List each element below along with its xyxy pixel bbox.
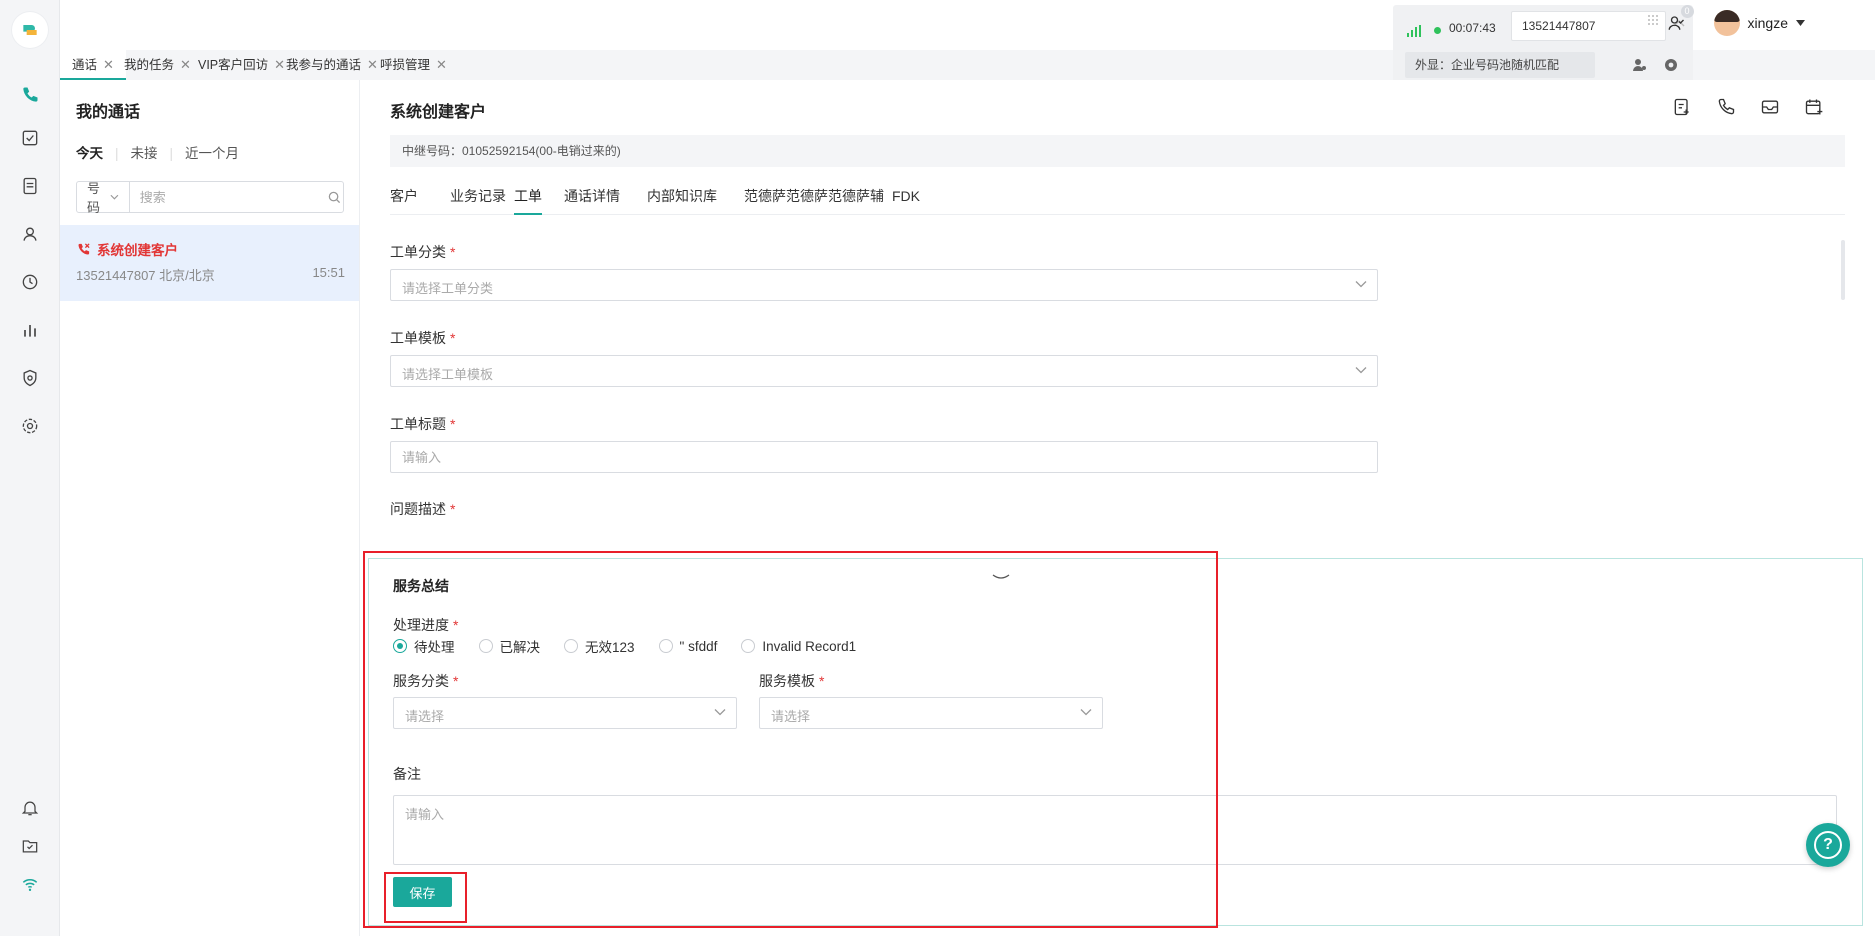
call-time: 15:51 bbox=[312, 265, 345, 280]
call-contact-name: 系统创建客户 bbox=[97, 243, 178, 258]
chevron-down-icon bbox=[1355, 281, 1367, 288]
document-icon[interactable] bbox=[18, 174, 42, 198]
shield-icon[interactable] bbox=[18, 366, 42, 390]
save-button[interactable]: 保存 bbox=[393, 877, 452, 907]
contacts-icon[interactable] bbox=[18, 222, 42, 246]
search-icon[interactable] bbox=[326, 182, 343, 212]
username[interactable]: xingze bbox=[1748, 15, 1788, 31]
help-button[interactable]: ? bbox=[1806, 823, 1850, 867]
tab-custom[interactable]: 范德萨范德萨范德萨辅 bbox=[744, 177, 884, 215]
ticket-title-input[interactable] bbox=[390, 441, 1378, 473]
phone-icon[interactable] bbox=[18, 83, 42, 107]
missed-call-icon bbox=[78, 242, 90, 254]
tab-lost-calls[interactable]: 呼损管理 ✕ bbox=[368, 50, 459, 80]
content-tabs: 客户 业务记录 工单 通话详情 内部知识库 范德萨范德萨范德萨辅 FDK bbox=[390, 177, 1845, 215]
ticket-category-label: 工单分类 * bbox=[390, 244, 456, 260]
call-list-title: 我的通话 bbox=[76, 104, 141, 121]
chart-bar-icon[interactable] bbox=[18, 318, 42, 342]
keypad-icon[interactable] bbox=[1647, 14, 1659, 26]
folder-check-icon[interactable] bbox=[18, 834, 42, 858]
filter-last-month[interactable]: 近一个月 bbox=[185, 146, 239, 161]
call-list-item[interactable]: 系统创建客户 13521447807 北京/北京 15:51 bbox=[60, 225, 359, 301]
chevron-down-icon bbox=[1355, 367, 1367, 374]
radio-sfddf[interactable]: " sfddf bbox=[658, 636, 717, 656]
chevron-down-icon bbox=[1080, 709, 1092, 716]
remark-label: 备注 bbox=[393, 766, 421, 782]
scrollbar[interactable] bbox=[1841, 240, 1845, 300]
agent-transfer-icon[interactable] bbox=[1631, 57, 1647, 73]
dial-number-input[interactable]: 13521447807 bbox=[1511, 11, 1666, 41]
remark-textarea-wrap bbox=[393, 795, 1837, 865]
mail-icon[interactable] bbox=[1759, 96, 1781, 118]
filter-missed[interactable]: 未接 bbox=[131, 146, 158, 161]
call-timer: 00:07:43 bbox=[1449, 21, 1496, 35]
ticket-title-label: 工单标题 * bbox=[390, 416, 456, 432]
chevron-down-icon bbox=[110, 194, 119, 200]
task-check-icon[interactable] bbox=[18, 126, 42, 150]
ticket-category-select[interactable]: 请选择工单分类 bbox=[390, 269, 1378, 301]
settings-gear-icon[interactable] bbox=[1663, 57, 1679, 73]
close-icon[interactable]: ✕ bbox=[436, 57, 447, 72]
radio-invalid[interactable]: 无效123 bbox=[564, 636, 635, 656]
search-type-select[interactable]: 号码 bbox=[77, 181, 130, 215]
call-filters: 今天 | 未接 | 近一个月 bbox=[76, 146, 240, 161]
help-icon: ? bbox=[1814, 831, 1842, 859]
tab-knowledge-base[interactable]: 内部知识库 bbox=[647, 177, 717, 215]
search-input[interactable] bbox=[129, 182, 326, 212]
signal-icon bbox=[1407, 25, 1421, 37]
call-widget: 00:07:43 13521447807 外显：企业号码池随机匹配 bbox=[1393, 5, 1693, 88]
collapse-chevron-icon[interactable] bbox=[992, 573, 1010, 583]
main-panel: 系统创建客户 中继号码：01052592154(00-电销过来的) 客户 业务记… bbox=[360, 80, 1875, 936]
service-category-label: 服务分类 * bbox=[393, 673, 459, 689]
phone-icon[interactable] bbox=[1715, 96, 1737, 118]
customer-title: 系统创建客户 bbox=[390, 104, 487, 121]
chevron-down-icon bbox=[714, 709, 726, 716]
calendar-add-icon[interactable] bbox=[1803, 96, 1825, 118]
tab-customer[interactable]: 客户 bbox=[390, 177, 418, 215]
filter-today[interactable]: 今天 bbox=[76, 146, 103, 161]
service-template-label: 服务模板 * bbox=[759, 673, 825, 689]
call-list-panel: 我的通话 今天|未接|近一个月 号码 系统创建客户 13521447807 北京… bbox=[60, 80, 360, 936]
status-dot bbox=[1434, 27, 1441, 34]
radio-resolved[interactable]: 已解决 bbox=[478, 636, 540, 656]
tab-business-records[interactable]: 业务记录 bbox=[450, 177, 506, 215]
radio-pending[interactable]: 待处理 bbox=[393, 636, 455, 656]
call-contact-info: 13521447807 北京/北京 bbox=[76, 268, 215, 283]
settings-gear-icon[interactable] bbox=[18, 414, 42, 438]
tab-fdk[interactable]: FDK bbox=[892, 177, 920, 215]
app-logo[interactable] bbox=[12, 12, 48, 48]
toolbar bbox=[1671, 96, 1825, 118]
tab-call-details[interactable]: 通话详情 bbox=[564, 177, 620, 215]
user-group-icon bbox=[1668, 16, 1684, 30]
left-nav-rail bbox=[0, 0, 60, 936]
tab-ticket[interactable]: 工单 bbox=[514, 177, 542, 215]
wifi-icon[interactable] bbox=[18, 872, 42, 896]
avatar[interactable] bbox=[1713, 10, 1740, 36]
ticket-template-select[interactable]: 请选择工单模板 bbox=[390, 355, 1378, 387]
history-clock-icon[interactable] bbox=[18, 270, 42, 294]
service-category-select[interactable]: 请选择 bbox=[393, 697, 737, 729]
outbound-display[interactable]: 外显：企业号码池随机匹配 bbox=[1405, 52, 1595, 78]
ticket-template-label: 工单模板 * bbox=[390, 330, 456, 346]
service-summary-panel: 服务总结 处理进度 * 待处理 已解决 无效123 " sfddf Invalid… bbox=[368, 558, 1863, 926]
remark-textarea[interactable] bbox=[394, 796, 1836, 864]
radio-invalid-record[interactable]: Invalid Record1 bbox=[741, 636, 856, 656]
summary-title: 服务总结 bbox=[393, 578, 449, 594]
call-search: 号码 bbox=[76, 181, 344, 215]
bell-icon[interactable] bbox=[18, 796, 42, 820]
user-area: 0 xingze bbox=[1664, 5, 1805, 36]
new-ticket-icon[interactable] bbox=[1671, 96, 1693, 118]
caret-down-icon[interactable] bbox=[1796, 20, 1805, 26]
trunk-number: 中继号码：01052592154(00-电销过来的) bbox=[390, 135, 1845, 167]
notifications[interactable]: 0 bbox=[1664, 5, 1694, 35]
progress-radio-group: 待处理 已解决 无效123 " sfddf Invalid Record1 bbox=[393, 636, 856, 656]
service-template-select[interactable]: 请选择 bbox=[759, 697, 1103, 729]
notification-badge: 0 bbox=[1680, 5, 1694, 18]
problem-desc-label: 问题描述 * bbox=[390, 501, 456, 517]
progress-label: 处理进度 * bbox=[393, 617, 459, 633]
